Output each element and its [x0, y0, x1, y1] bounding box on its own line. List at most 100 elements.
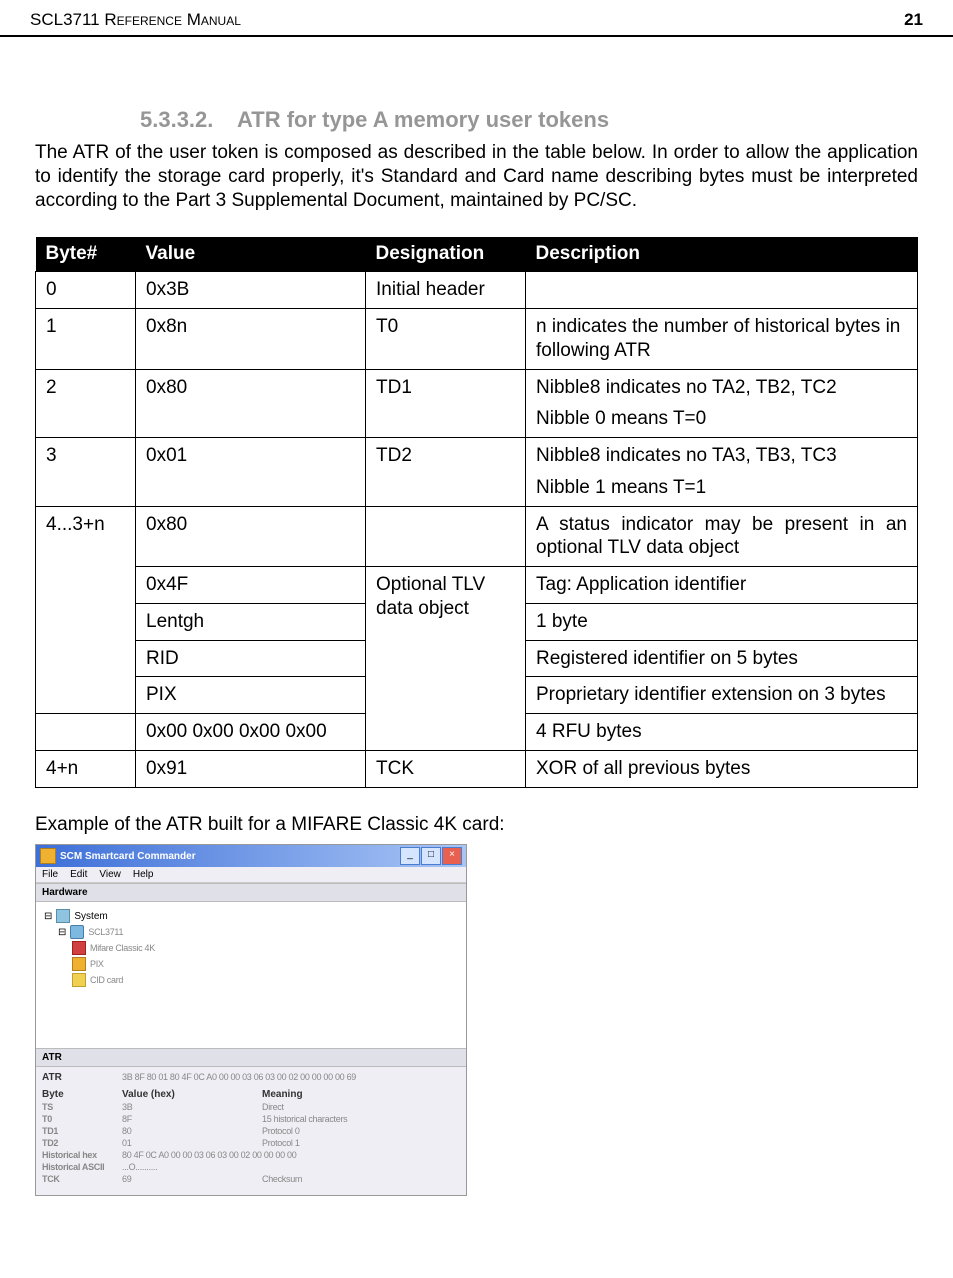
cell-byte: 3 — [36, 438, 136, 507]
page-content: 5.3.3.2. ATR for type A memory user toke… — [0, 37, 953, 1216]
cell-value: Lentgh — [136, 603, 366, 640]
col-meaning: Meaning — [262, 1089, 303, 1100]
cell-byte: 4+n — [36, 750, 136, 787]
th-byte: Byte# — [36, 237, 136, 272]
table-row: 0x4F Optional TLV data object Tag: Appli… — [36, 567, 918, 604]
table-row: 4...3+n 0x80 A status indicator may be p… — [36, 506, 918, 567]
cell-value: 0x4F — [136, 567, 366, 604]
expand-icon[interactable]: ⊟ — [58, 927, 66, 938]
cell-byte: 2 — [36, 369, 136, 438]
reader-icon — [70, 925, 84, 939]
card-icon — [72, 973, 86, 987]
tree-item-mifare[interactable]: Mifare Classic 4K — [72, 940, 458, 956]
cell-designation — [366, 506, 526, 567]
cell-value: 0x01 — [136, 438, 366, 507]
tree-item-cid[interactable]: CID card — [72, 972, 458, 988]
header-title: SCL3711 Reference Manual — [30, 10, 241, 30]
menu-edit[interactable]: Edit — [70, 869, 87, 880]
desc-line: Nibble8 indicates no TA3, TB3, TC3 — [536, 444, 907, 468]
cell-byte: 0 — [36, 272, 136, 309]
desc-line: Nibble 1 means T=1 — [536, 476, 907, 500]
cell-value: 0x80 — [136, 506, 366, 567]
menu-view[interactable]: View — [99, 869, 121, 880]
table-header-row: Byte# Value Designation Description — [36, 237, 918, 272]
cell-description: Nibble8 indicates no TA2, TB2, TC2 Nibbl… — [526, 369, 918, 438]
th-value: Value — [136, 237, 366, 272]
page-header: SCL3711 Reference Manual 21 — [0, 0, 953, 37]
section-heading: 5.3.3.2. ATR for type A memory user toke… — [140, 107, 918, 133]
tree-label: System — [74, 911, 107, 922]
table-row: 1 0x8n T0 n indicates the number of hist… — [36, 309, 918, 370]
tree-label: CID card — [90, 975, 123, 985]
cell-value: RID — [136, 640, 366, 677]
system-icon — [56, 909, 70, 923]
maximize-button[interactable]: □ — [421, 847, 441, 865]
hardware-panel-header: Hardware — [36, 883, 466, 902]
atr-label: ATR — [42, 1072, 122, 1083]
tree-label: SCL3711 — [88, 927, 123, 937]
cell-description: Registered identifier on 5 bytes — [526, 640, 918, 677]
cell-description: 1 byte — [526, 603, 918, 640]
tree-label: PIX — [90, 959, 104, 969]
table-row: 2 0x80 TD1 Nibble8 indicates no TA2, TB2… — [36, 369, 918, 438]
cell-designation: T0 — [366, 309, 526, 370]
page-number: 21 — [904, 10, 923, 30]
section-title: ATR for type A memory user tokens — [237, 107, 609, 132]
tree-item-pix[interactable]: PIX — [72, 956, 458, 972]
atr-data-row: Historical ASCII ...O.......... — [42, 1161, 460, 1173]
cell-description: n indicates the number of historical byt… — [526, 309, 918, 370]
cell-value: 0x3B — [136, 272, 366, 309]
window-title: SCM Smartcard Commander — [60, 851, 196, 862]
cell-value: 0x8n — [136, 309, 366, 370]
titlebar: SCM Smartcard Commander _ □ × — [36, 845, 466, 867]
cell-value: PIX — [136, 677, 366, 714]
cell-description: Nibble8 indicates no TA3, TB3, TC3 Nibbl… — [526, 438, 918, 507]
atr-data-row: T0 8F 15 historical characters — [42, 1113, 460, 1125]
atr-data-row: TS 3B Direct — [42, 1101, 460, 1113]
cell-designation: Initial header — [366, 272, 526, 309]
card-icon — [72, 957, 86, 971]
window-controls: _ □ × — [400, 847, 462, 865]
menu-file[interactable]: File — [42, 869, 58, 880]
atr-cols-header: Byte Value (hex) Meaning — [42, 1088, 460, 1101]
minimize-button[interactable]: _ — [400, 847, 420, 865]
close-button[interactable]: × — [442, 847, 462, 865]
atr-panel-header: ATR — [36, 1048, 466, 1067]
cell-designation: Optional TLV data object — [366, 567, 526, 751]
atr-value: 3B 8F 80 01 80 4F 0C A0 00 00 03 06 03 0… — [122, 1072, 460, 1083]
example-caption: Example of the ATR built for a MIFARE Cl… — [35, 813, 918, 837]
intro-paragraph: The ATR of the user token is composed as… — [35, 141, 918, 212]
desc-line: Nibble 0 means T=0 — [536, 407, 907, 431]
card-icon — [72, 941, 86, 955]
tree-item-system[interactable]: ⊟ System — [44, 908, 458, 924]
col-byte: Byte — [42, 1089, 122, 1100]
col-value: Value (hex) — [122, 1089, 262, 1100]
menu-help[interactable]: Help — [133, 869, 154, 880]
cell-description: A status indicator may be present in an … — [526, 506, 918, 567]
th-description: Description — [526, 237, 918, 272]
atr-data-row: TCK 69 Checksum — [42, 1173, 460, 1185]
table-row: 3 0x01 TD2 Nibble8 indicates no TA3, TB3… — [36, 438, 918, 507]
cell-designation: TD1 — [366, 369, 526, 438]
cell-byte — [36, 714, 136, 751]
atr-panel: ATR 3B 8F 80 01 80 4F 0C A0 00 00 03 06 … — [36, 1067, 466, 1195]
cell-description: XOR of all previous bytes — [526, 750, 918, 787]
desc-line: Nibble8 indicates no TA2, TB2, TC2 — [536, 376, 907, 400]
table-row: 0 0x3B Initial header — [36, 272, 918, 309]
titlebar-left: SCM Smartcard Commander — [40, 848, 196, 864]
expand-icon[interactable]: ⊟ — [44, 911, 52, 922]
app-icon — [40, 848, 56, 864]
screenshot-window: SCM Smartcard Commander _ □ × File Edit … — [35, 844, 467, 1196]
table-row: 4+n 0x91 TCK XOR of all previous bytes — [36, 750, 918, 787]
section-number: 5.3.3.2. — [140, 107, 213, 132]
cell-designation: TD2 — [366, 438, 526, 507]
cell-designation: TCK — [366, 750, 526, 787]
hardware-tree: ⊟ System ⊟ SCL3711 Mifare Classic 4K PIX… — [36, 902, 466, 1048]
atr-data-row: TD2 01 Protocol 1 — [42, 1137, 460, 1149]
cell-value: 0x80 — [136, 369, 366, 438]
tree-item-reader[interactable]: ⊟ SCL3711 — [58, 924, 458, 940]
atr-data-row: Historical hex 80 4F 0C A0 00 00 03 06 0… — [42, 1149, 460, 1161]
th-designation: Designation — [366, 237, 526, 272]
atr-value-row: ATR 3B 8F 80 01 80 4F 0C A0 00 00 03 06 … — [42, 1071, 460, 1084]
cell-description: Proprietary identifier extension on 3 by… — [526, 677, 918, 714]
